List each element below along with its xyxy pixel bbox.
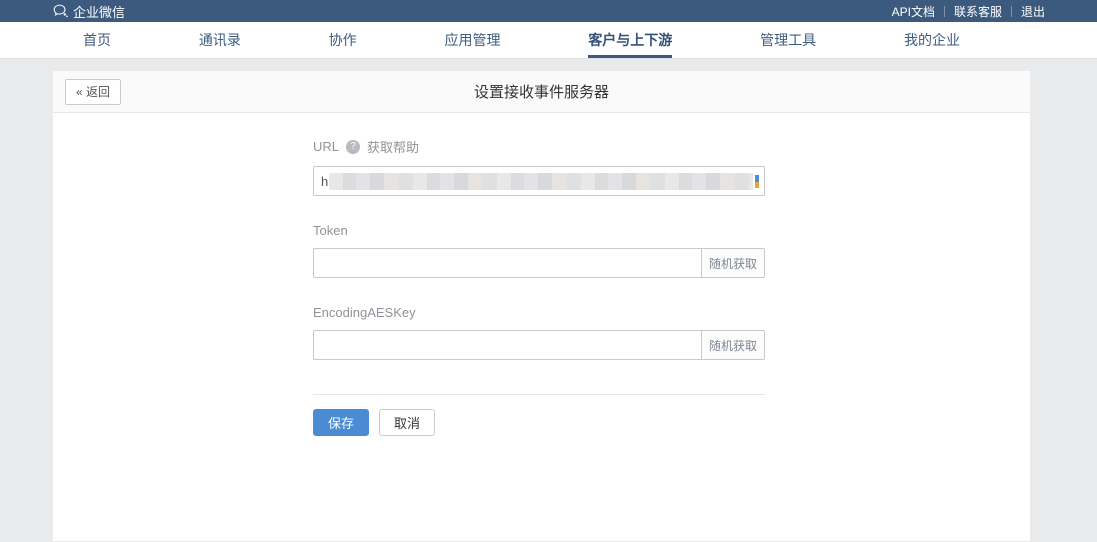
url-field-group: URL ? 获取帮助 h	[313, 137, 765, 196]
server-settings-form: URL ? 获取帮助 h Token	[313, 137, 765, 436]
token-label: Token	[313, 223, 348, 238]
aeskey-label: EncodingAESKey	[313, 305, 416, 320]
save-button[interactable]: 保存	[313, 409, 369, 436]
wework-logo-icon	[53, 4, 68, 18]
token-label-row: Token	[313, 223, 765, 238]
aeskey-random-button[interactable]: 随机获取	[701, 330, 765, 360]
page-title: 设置接收事件服务器	[53, 81, 1030, 102]
main-navbar: 首页 通讯录 协作 应用管理 客户与上下游 管理工具 我的企业	[0, 22, 1097, 59]
token-field-group: Token 随机获取	[313, 223, 765, 278]
nav-tab-my-company[interactable]: 我的企业	[904, 22, 960, 58]
nav-tab-collaboration[interactable]: 协作	[329, 22, 357, 58]
form-actions: 保存 取消	[313, 409, 765, 436]
contact-support-link[interactable]: 联系客服	[954, 3, 1002, 20]
card-body: URL ? 获取帮助 h Token	[53, 113, 1030, 436]
aeskey-field-group: EncodingAESKey 随机获取	[313, 305, 765, 360]
nav-tab-home[interactable]: 首页	[83, 22, 111, 58]
get-help-link[interactable]: 获取帮助	[367, 137, 419, 156]
aeskey-input[interactable]	[313, 330, 701, 360]
cancel-button[interactable]: 取消	[379, 409, 435, 436]
card-header: « 返回 设置接收事件服务器	[53, 71, 1030, 113]
logout-link[interactable]: 退出	[1021, 3, 1045, 20]
help-icon[interactable]: ?	[346, 140, 360, 154]
brand: 企业微信	[53, 2, 125, 21]
url-label-row: URL ? 获取帮助	[313, 137, 765, 156]
topbar: 企业微信 API文档 联系客服 退出	[0, 0, 1097, 22]
topbar-links: API文档 联系客服 退出	[892, 0, 1045, 22]
back-button[interactable]: « 返回	[65, 79, 121, 105]
form-divider	[313, 394, 765, 395]
page-background: « 返回 设置接收事件服务器 URL ? 获取帮助 h	[0, 59, 1097, 541]
url-input[interactable]: h	[313, 166, 765, 196]
nav-tab-contacts[interactable]: 通讯录	[199, 22, 241, 58]
nav-tab-customers[interactable]: 客户与上下游	[588, 22, 672, 58]
separator	[1011, 6, 1012, 17]
token-random-button[interactable]: 随机获取	[701, 248, 765, 278]
api-docs-link[interactable]: API文档	[892, 3, 935, 20]
url-label: URL	[313, 139, 339, 154]
separator	[944, 6, 945, 17]
token-input[interactable]	[313, 248, 701, 278]
aeskey-label-row: EncodingAESKey	[313, 305, 765, 320]
url-value-prefix: h	[321, 174, 328, 189]
nav-tab-app-management[interactable]: 应用管理	[444, 22, 500, 58]
nav-tab-admin-tools[interactable]: 管理工具	[760, 22, 816, 58]
url-redacted-value	[329, 173, 753, 190]
brand-label: 企业微信	[73, 2, 125, 21]
url-value-tail	[755, 175, 759, 188]
settings-card: « 返回 设置接收事件服务器 URL ? 获取帮助 h	[53, 71, 1030, 541]
